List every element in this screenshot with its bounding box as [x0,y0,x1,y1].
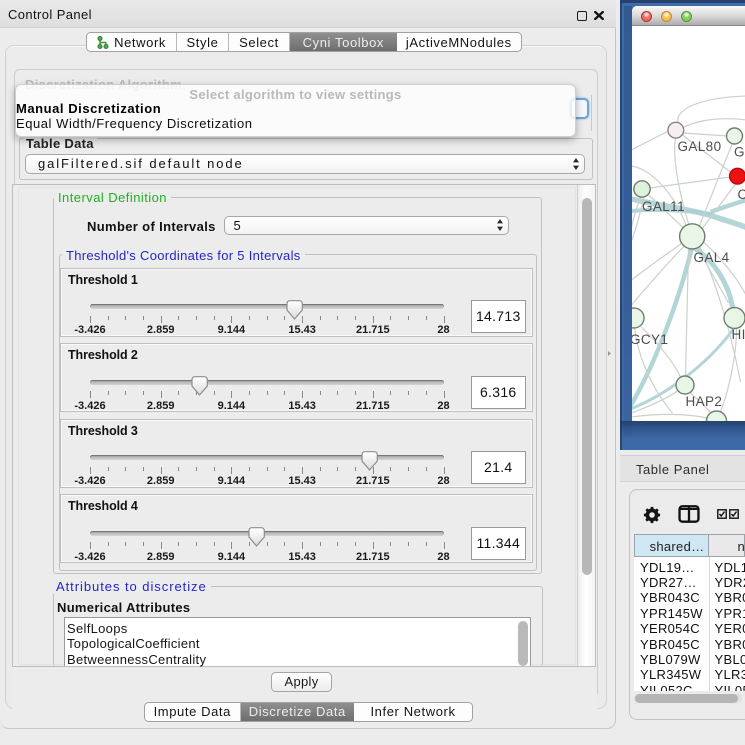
svg-text:HIS: HIS [731,327,745,342]
svg-text:GAL4: GAL4 [693,250,729,265]
svg-text:GCY1: GCY1 [632,332,668,347]
svg-text:GAL11: GAL11 [642,199,685,214]
svg-text:GA: GA [733,144,745,159]
svg-text:GAL80: GAL80 [677,139,721,154]
svg-text:HAP2: HAP2 [685,394,722,409]
svg-text:CY: CY [737,187,745,202]
